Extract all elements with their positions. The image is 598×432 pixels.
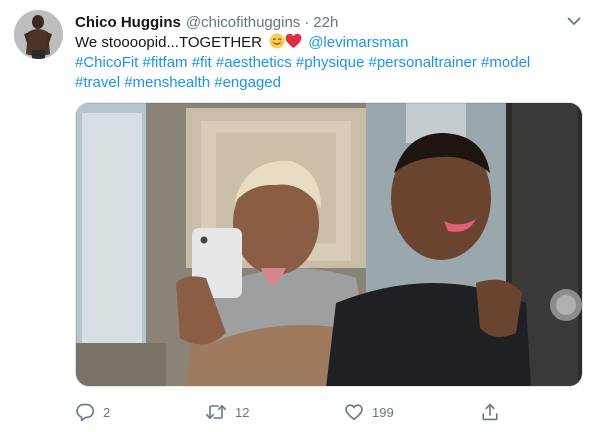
header-separator: · bbox=[304, 13, 310, 31]
retweet-count: 12 bbox=[235, 404, 250, 420]
tweet-actions: 2 12 199 bbox=[75, 400, 498, 424]
like-icon bbox=[344, 402, 364, 422]
share-icon bbox=[480, 402, 500, 422]
tweet-timestamp[interactable]: 22h bbox=[313, 14, 338, 31]
tweet-text-body: We stoooopid...TOGETHER bbox=[75, 34, 263, 51]
tweet-text: We stoooopid...TOGETHER @levimarsman #Ch… bbox=[75, 33, 585, 93]
like-button[interactable]: 199 bbox=[344, 400, 394, 424]
tweet: Chico Huggins @chicofithuggins · 22h We … bbox=[0, 0, 598, 432]
tweet-text-line-1: We stoooopid...TOGETHER @levimarsman bbox=[75, 33, 585, 53]
reply-icon bbox=[75, 402, 95, 422]
reply-button[interactable]: 2 bbox=[75, 400, 110, 424]
red-heart-emoji bbox=[285, 33, 302, 49]
author-handle[interactable]: @chicofithuggins bbox=[186, 14, 300, 31]
retweet-icon bbox=[205, 402, 227, 422]
tweet-photo[interactable] bbox=[75, 102, 583, 387]
chevron-down-icon bbox=[567, 13, 581, 31]
reply-count: 2 bbox=[103, 404, 111, 420]
retweet-button[interactable]: 12 bbox=[205, 400, 249, 424]
hashtags-line-3[interactable]: #travel #menshealth #engaged bbox=[75, 73, 585, 93]
share-button[interactable] bbox=[480, 400, 500, 424]
tweet-header: Chico Huggins @chicofithuggins · 22h bbox=[75, 12, 338, 32]
smiling-face-emoji bbox=[269, 33, 285, 49]
more-options-button[interactable] bbox=[564, 12, 584, 32]
like-count: 199 bbox=[372, 404, 394, 420]
mention-link[interactable]: @levimarsman bbox=[308, 34, 408, 51]
author-display-name[interactable]: Chico Huggins bbox=[75, 14, 181, 31]
hashtags-line-2[interactable]: #ChicoFit #fitfam #fit #aesthetics #phys… bbox=[75, 53, 585, 73]
avatar[interactable] bbox=[14, 10, 63, 59]
